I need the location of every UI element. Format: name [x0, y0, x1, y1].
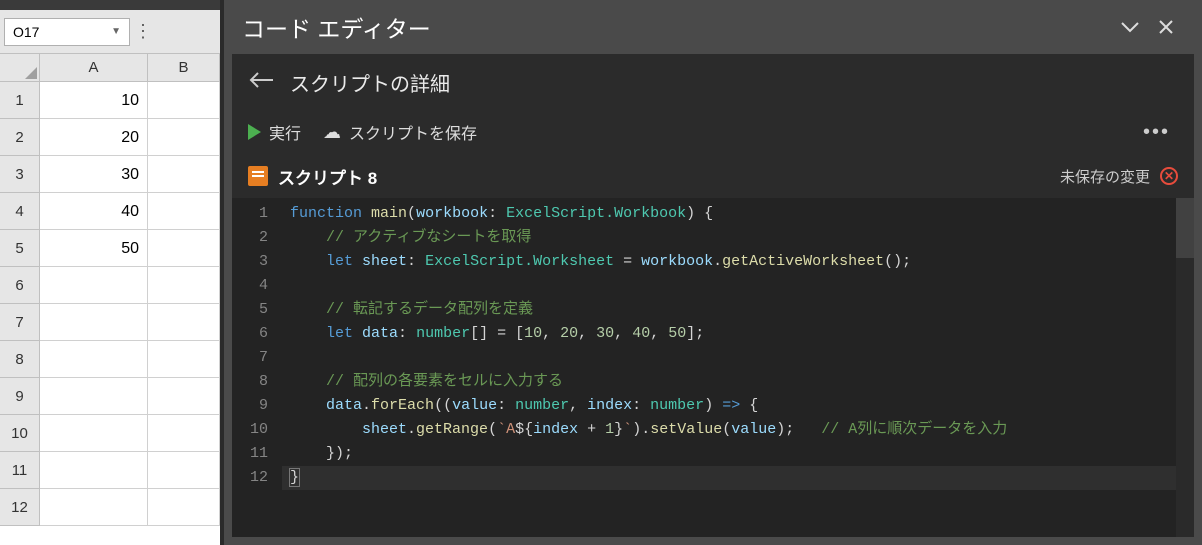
more-horizontal-icon[interactable]: ••• [1135, 121, 1178, 144]
editor-body: スクリプトの詳細 実行 ☁ スクリプトを保存 ••• スクリプト 8 未保存の変… [232, 54, 1194, 537]
row-header[interactable]: 9 [0, 378, 40, 415]
name-box-value: O17 [13, 24, 39, 40]
grid-row: 550 [0, 230, 220, 267]
cell[interactable] [148, 489, 220, 526]
row-header[interactable]: 1 [0, 82, 40, 119]
row-header[interactable]: 5 [0, 230, 40, 267]
play-icon [248, 124, 261, 140]
cell[interactable] [148, 378, 220, 415]
row-header[interactable]: 12 [0, 489, 40, 526]
cell[interactable] [40, 452, 148, 489]
cell[interactable] [40, 304, 148, 341]
chevron-down-icon[interactable]: ▼ [111, 26, 121, 37]
close-icon[interactable] [1148, 9, 1184, 45]
select-all-corner[interactable] [0, 54, 40, 82]
cell[interactable] [148, 156, 220, 193]
editor-title-bar: コード エディター [224, 0, 1202, 54]
back-arrow-icon[interactable] [248, 69, 274, 95]
cell[interactable]: 10 [40, 82, 148, 119]
cell[interactable] [40, 267, 148, 304]
grid-row: 330 [0, 156, 220, 193]
spreadsheet-panel: O17 ▼ ⋮ A B 1102203304405506789101112 [0, 0, 220, 545]
code-line[interactable]: let data: number[] = [10, 20, 30, 40, 50… [282, 322, 1176, 346]
run-button[interactable]: 実行 [248, 120, 301, 144]
collapse-icon[interactable] [1112, 9, 1148, 45]
row-header[interactable]: 10 [0, 415, 40, 452]
code-line[interactable]: // アクティブなシートを取得 [282, 226, 1176, 250]
code-editor-panel: コード エディター スクリプトの詳細 実行 ☁ スクリプトを保存 ••• [220, 0, 1202, 545]
script-file-icon [248, 166, 268, 186]
cell[interactable] [148, 267, 220, 304]
cell[interactable] [148, 304, 220, 341]
minimap[interactable] [1176, 198, 1194, 537]
grid-row: 9 [0, 378, 220, 415]
code-line[interactable] [282, 274, 1176, 298]
row-header[interactable]: 3 [0, 156, 40, 193]
grid-row: 10 [0, 415, 220, 452]
cell[interactable]: 50 [40, 230, 148, 267]
row-header[interactable]: 2 [0, 119, 40, 156]
unsaved-warning-icon: ✕ [1160, 167, 1178, 185]
name-box[interactable]: O17 ▼ [4, 18, 130, 46]
grid[interactable]: A B 1102203304405506789101112 [0, 54, 220, 545]
cell[interactable] [40, 489, 148, 526]
unsaved-label: 未保存の変更 [1060, 166, 1150, 187]
grid-row: 8 [0, 341, 220, 378]
row-header[interactable]: 11 [0, 452, 40, 489]
code-line[interactable]: // 転記するデータ配列を定義 [282, 298, 1176, 322]
row-header[interactable]: 6 [0, 267, 40, 304]
grid-row: 7 [0, 304, 220, 341]
grid-row: 11 [0, 452, 220, 489]
code-line[interactable]: function main(workbook: ExcelScript.Work… [282, 202, 1176, 226]
col-header-b[interactable]: B [148, 54, 220, 82]
cell[interactable]: 30 [40, 156, 148, 193]
cell[interactable] [148, 119, 220, 156]
row-header[interactable]: 8 [0, 341, 40, 378]
code-line[interactable]: sheet.getRange(`A${index + 1}`).setValue… [282, 418, 1176, 442]
cell[interactable] [40, 415, 148, 452]
cell[interactable] [40, 378, 148, 415]
save-label: スクリプトを保存 [349, 120, 477, 144]
ribbon-gap [0, 0, 220, 10]
code-line[interactable]: }); [282, 442, 1176, 466]
action-row: 実行 ☁ スクリプトを保存 ••• [232, 110, 1194, 154]
grid-row: 220 [0, 119, 220, 156]
cell[interactable] [148, 230, 220, 267]
cell[interactable]: 20 [40, 119, 148, 156]
code-line[interactable]: // 配列の各要素をセルに入力する [282, 370, 1176, 394]
more-vertical-icon[interactable]: ⋮ [134, 21, 151, 42]
grid-row: 110 [0, 82, 220, 119]
name-box-row: O17 ▼ ⋮ [0, 10, 220, 54]
cell[interactable] [148, 193, 220, 230]
code-line[interactable]: let sheet: ExcelScript.Worksheet = workb… [282, 250, 1176, 274]
col-header-a[interactable]: A [40, 54, 148, 82]
script-name: スクリプト 8 [278, 164, 377, 189]
minimap-thumb[interactable] [1176, 198, 1194, 258]
editor-title: コード エディター [242, 10, 431, 44]
row-header[interactable]: 4 [0, 193, 40, 230]
code-line[interactable]: } [282, 466, 1176, 490]
code-line[interactable]: data.forEach((value: number, index: numb… [282, 394, 1176, 418]
code-area[interactable]: 123456789101112 function main(workbook: … [232, 198, 1194, 537]
breadcrumb-text: スクリプトの詳細 [290, 68, 450, 97]
run-label: 実行 [269, 120, 301, 144]
save-script-button[interactable]: ☁ スクリプトを保存 [323, 120, 477, 144]
cloud-icon: ☁ [323, 122, 341, 143]
grid-row: 12 [0, 489, 220, 526]
cell[interactable] [148, 415, 220, 452]
cell[interactable] [148, 452, 220, 489]
script-name-row: スクリプト 8 未保存の変更 ✕ [232, 154, 1194, 198]
code-line[interactable] [282, 346, 1176, 370]
cell[interactable] [148, 82, 220, 119]
cell[interactable] [148, 341, 220, 378]
grid-row: 440 [0, 193, 220, 230]
code-lines[interactable]: function main(workbook: ExcelScript.Work… [282, 198, 1176, 537]
row-header[interactable]: 7 [0, 304, 40, 341]
cell[interactable] [40, 341, 148, 378]
breadcrumb-row: スクリプトの詳細 [232, 54, 1194, 110]
cell[interactable]: 40 [40, 193, 148, 230]
line-gutter: 123456789101112 [232, 198, 282, 537]
grid-row: 6 [0, 267, 220, 304]
